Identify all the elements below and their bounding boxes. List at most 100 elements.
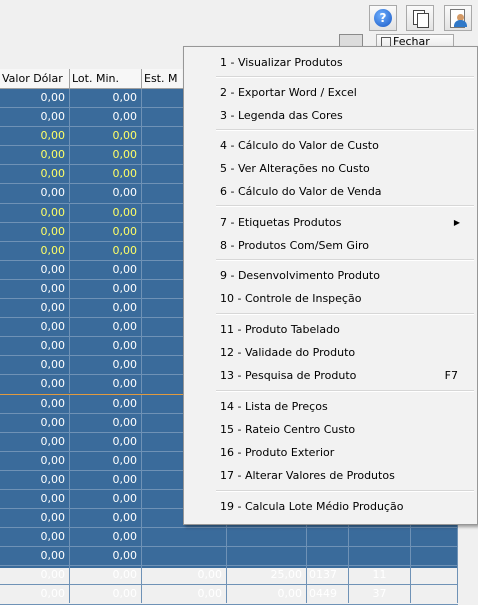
table-cell[interactable]: 0,00 — [0, 279, 70, 298]
table-cell[interactable]: 0,00 — [0, 146, 70, 165]
table-cell[interactable]: 0,00 — [0, 489, 70, 508]
table-cell[interactable]: 0,00 — [0, 413, 70, 432]
menu-item-11[interactable]: 11 - Produto Tabelado — [220, 320, 470, 340]
table-cell[interactable]: 0,00 — [0, 528, 70, 547]
menu-item-7[interactable]: 7 - Etiquetas Produtos ▶ — [220, 213, 470, 233]
table-cell[interactable]: 0,00 — [70, 260, 142, 279]
table-cell[interactable]: 0,00 — [70, 451, 142, 470]
table-row[interactable]: 0,00 0,00 0,00 0,00 0449 37 — [0, 585, 458, 605]
table-cell[interactable]: 0,00 — [0, 241, 70, 260]
table-cell[interactable]: 0,00 — [0, 547, 70, 566]
table-cell[interactable]: 0,00 — [0, 318, 70, 337]
table-cell[interactable]: 0,00 — [227, 585, 307, 604]
table-cell[interactable]: 0,00 — [0, 299, 70, 318]
table-cell[interactable] — [411, 566, 458, 585]
table-cell[interactable]: 0,00 — [70, 356, 142, 375]
table-cell[interactable] — [307, 547, 349, 566]
menu-item-10[interactable]: 10 - Controle de Inspeção — [220, 289, 470, 309]
table-cell[interactable]: 0,00 — [70, 509, 142, 528]
table-cell[interactable] — [142, 547, 227, 566]
table-cell[interactable]: 0,00 — [0, 108, 70, 127]
header-lot-min[interactable]: Lot. Min. — [70, 69, 142, 88]
copy-button[interactable] — [406, 5, 434, 31]
table-cell[interactable]: 0,00 — [70, 146, 142, 165]
menu-item-13[interactable]: 13 - Pesquisa de Produto F7 — [220, 366, 470, 386]
menu-item-3[interactable]: 3 - Legenda das Cores — [220, 106, 470, 126]
table-cell[interactable]: 11 — [349, 566, 411, 585]
table-cell[interactable]: 0,00 — [0, 470, 70, 489]
table-cell[interactable]: 0,00 — [70, 375, 142, 394]
table-cell[interactable]: 0,00 — [0, 222, 70, 241]
user-button[interactable] — [444, 5, 472, 31]
menu-item-18[interactable]: 19 - Calcula Lote Médio Produção — [220, 497, 470, 517]
table-cell[interactable]: 0,00 — [0, 127, 70, 146]
table-cell[interactable]: 0,00 — [0, 566, 70, 585]
table-cell[interactable] — [411, 547, 458, 566]
table-cell[interactable]: 0,00 — [70, 127, 142, 146]
table-row[interactable]: 0,00 0,00 — [0, 528, 458, 548]
table-cell[interactable]: 0,00 — [142, 585, 227, 604]
menu-item-1[interactable]: 1 - Visualizar Produtos — [220, 53, 470, 73]
table-cell[interactable]: 0,00 — [70, 184, 142, 203]
table-cell[interactable]: 0,00 — [70, 108, 142, 127]
table-row[interactable]: 0,00 0,00 0,00 25,00 0137 11 — [0, 566, 458, 586]
menu-item-4[interactable]: 4 - Cálculo do Valor de Custo — [220, 136, 470, 156]
table-cell[interactable]: 0,00 — [0, 585, 70, 604]
menu-item-6[interactable]: 6 - Cálculo do Valor de Venda — [220, 182, 470, 202]
table-cell[interactable]: 0,00 — [70, 279, 142, 298]
table-cell[interactable]: 0,00 — [70, 470, 142, 489]
table-cell[interactable] — [411, 585, 458, 604]
table-cell[interactable] — [227, 528, 307, 547]
table-cell[interactable]: 0,00 — [0, 432, 70, 451]
table-cell[interactable]: 37 — [349, 585, 411, 604]
table-cell[interactable]: 0,00 — [0, 451, 70, 470]
table-cell[interactable]: 0,00 — [70, 566, 142, 585]
menu-item-15[interactable]: 15 - Rateio Centro Custo — [220, 420, 470, 440]
table-cell[interactable]: 0,00 — [70, 165, 142, 184]
table-cell[interactable] — [349, 528, 411, 547]
table-cell[interactable]: 0,00 — [0, 337, 70, 356]
table-cell[interactable]: 0,00 — [0, 260, 70, 279]
table-cell[interactable]: 0,00 — [0, 509, 70, 528]
menu-item-2[interactable]: 2 - Exportar Word / Excel — [220, 83, 470, 103]
table-cell[interactable]: 0,00 — [70, 585, 142, 604]
table-cell[interactable]: 0,00 — [70, 432, 142, 451]
menu-item-9[interactable]: 9 - Desenvolvimento Produto — [220, 266, 470, 286]
table-cell[interactable]: 0,00 — [70, 318, 142, 337]
table-cell[interactable]: 0,00 — [70, 489, 142, 508]
table-cell[interactable]: 0,00 — [0, 184, 70, 203]
table-cell[interactable]: 0,00 — [70, 394, 142, 413]
menu-item-12[interactable]: 12 - Validade do Produto — [220, 343, 470, 363]
table-cell[interactable] — [411, 528, 458, 547]
table-cell[interactable]: 0,00 — [70, 337, 142, 356]
table-cell[interactable]: 0137 — [307, 566, 349, 585]
menu-item-17[interactable]: 17 - Alterar Valores de Produtos — [220, 466, 470, 486]
table-cell[interactable]: 0,00 — [0, 394, 70, 413]
menu-item-8[interactable]: 8 - Produtos Com/Sem Giro — [220, 236, 470, 256]
menu-item-16[interactable]: 16 - Produto Exterior — [220, 443, 470, 463]
table-cell[interactable]: 0,00 — [70, 413, 142, 432]
table-row[interactable]: 0,00 0,00 — [0, 547, 458, 567]
table-cell[interactable]: 0,00 — [70, 203, 142, 222]
header-valor-dolar[interactable]: Valor Dólar — [0, 69, 70, 88]
table-cell[interactable]: 0,00 — [70, 528, 142, 547]
table-cell[interactable]: 0,00 — [0, 375, 70, 394]
table-cell[interactable] — [142, 528, 227, 547]
help-button[interactable]: ? — [369, 5, 397, 31]
table-cell[interactable]: 0,00 — [70, 89, 142, 107]
table-cell[interactable]: 25,00 — [227, 566, 307, 585]
table-cell[interactable]: 0,00 — [142, 566, 227, 585]
table-cell[interactable]: 0,00 — [70, 241, 142, 260]
table-cell[interactable]: 0,00 — [0, 356, 70, 375]
table-cell[interactable]: 0,00 — [0, 165, 70, 184]
table-cell[interactable]: 0,00 — [70, 299, 142, 318]
table-cell[interactable]: 0,00 — [0, 89, 70, 107]
table-cell[interactable] — [307, 528, 349, 547]
table-cell[interactable]: 0,00 — [0, 203, 70, 222]
menu-item-5[interactable]: 5 - Ver Alterações no Custo — [220, 159, 470, 179]
table-cell[interactable] — [349, 547, 411, 566]
table-cell[interactable] — [227, 547, 307, 566]
menu-item-14[interactable]: 14 - Lista de Preços — [220, 397, 470, 417]
table-cell[interactable]: 0,00 — [70, 222, 142, 241]
table-cell[interactable]: 0,00 — [70, 547, 142, 566]
